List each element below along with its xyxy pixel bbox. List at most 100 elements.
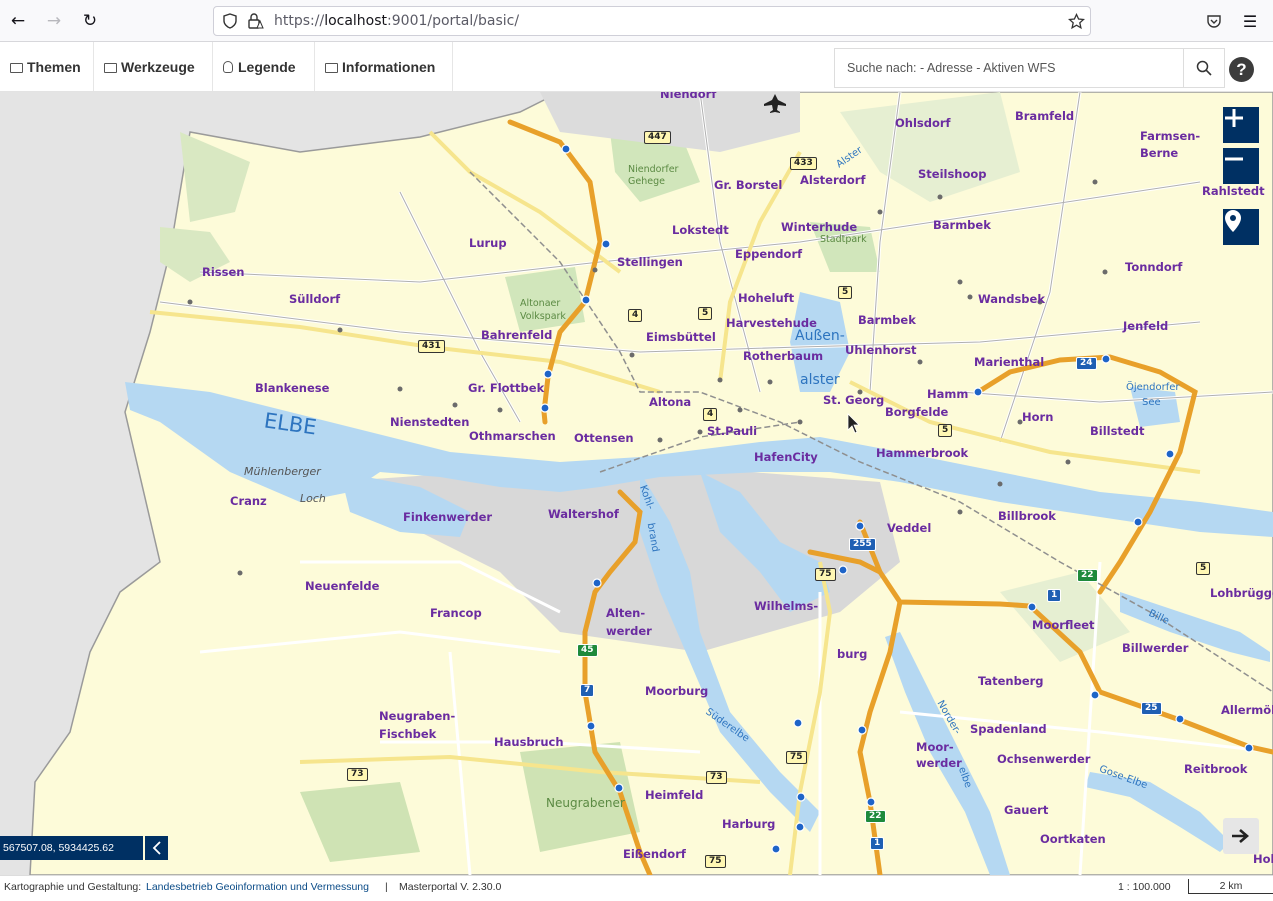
credit-link[interactable]: Landesbetrieb Geoinformation und Vermess… [146, 881, 369, 893]
road-shield: 73 [347, 768, 368, 781]
search-input[interactable] [835, 49, 1175, 87]
place-label: Neuenfelde [305, 579, 380, 593]
place-label: Lurup [469, 236, 507, 250]
place-label: Marienthal [974, 355, 1045, 369]
water-label: Öjendorfer [1126, 382, 1180, 393]
place-label: Barmbek [933, 218, 991, 232]
arrow-right-icon [1232, 829, 1249, 843]
credit-label: Kartographie und Gestaltung: [4, 881, 142, 893]
place-label: burg [837, 647, 868, 661]
mouse-coordinates: 567507.08, 5934425.62 [0, 836, 143, 860]
search-icon [1196, 60, 1212, 76]
place-label: Ochsenwerder [997, 752, 1091, 766]
road-shield: 431 [418, 340, 445, 353]
water-label: See [1142, 397, 1161, 408]
folder-icon [10, 62, 23, 73]
zoom-in-button[interactable] [1223, 107, 1259, 143]
place-label: Spadenland [970, 722, 1047, 736]
place-label: Fischbek [379, 727, 437, 741]
place-label: Steilshoop [918, 167, 987, 181]
place-label: Nienstedten [390, 415, 470, 429]
road-shield: 22 [1077, 569, 1098, 582]
place-label: Rahlstedt [1202, 184, 1265, 198]
road-shield: 75 [786, 751, 807, 764]
road-shield: 25 [1141, 702, 1162, 715]
place-label: Wilhelms- [754, 599, 819, 613]
app-menu-icon[interactable]: ☰ [1238, 9, 1262, 33]
place-label: Niendorf [660, 92, 717, 101]
road-shield: 75 [815, 568, 836, 581]
pocket-icon[interactable] [1206, 13, 1222, 29]
place-label: Oortkaten [1040, 832, 1106, 846]
place-label: Moor- [916, 740, 954, 754]
place-label: Stellingen [617, 255, 683, 269]
search-button[interactable] [1183, 48, 1225, 88]
road-shield: 5 [1196, 562, 1211, 575]
road-shield: 5 [938, 424, 953, 437]
plus-icon [1225, 109, 1243, 127]
place-label: Moorburg [645, 684, 709, 698]
place-label: Alten- [606, 606, 646, 620]
road-shield: 75 [705, 855, 726, 868]
place-label: Berne [1140, 146, 1179, 160]
scale-bar: 2 km [1188, 879, 1273, 894]
address-bar[interactable]: https://localhost:9001/portal/basic/ [213, 6, 1091, 36]
road-shield: 1 [870, 837, 885, 850]
expand-footer-button[interactable] [1223, 818, 1259, 854]
map-view[interactable]: Niendorf Ohlsdorf Bramfeld Farmsen- Bern… [0, 92, 1273, 875]
menu-legende[interactable]: Legende [213, 42, 315, 91]
help-button[interactable]: ? [1229, 57, 1254, 82]
place-label: Allermöh [1221, 703, 1273, 717]
menu-legende-label: Legende [238, 58, 296, 75]
locate-button[interactable] [1223, 209, 1259, 245]
park-label: Stadtpark [820, 234, 867, 245]
bookmark-star-icon[interactable] [1068, 13, 1085, 30]
place-label: Finkenwerder [403, 510, 493, 524]
place-label: Hoheluft [738, 291, 795, 305]
place-label: Barmbek [858, 313, 916, 327]
place-label: Tatenberg [978, 674, 1044, 688]
insecure-lock-icon [248, 13, 264, 29]
place-label: Moorfleet [1032, 618, 1095, 632]
road-shield: 4 [703, 408, 718, 421]
place-label: Lohbrügge [1210, 586, 1273, 600]
menu-themen[interactable]: Themen [0, 42, 94, 91]
park-label: Niendorfer [628, 164, 679, 175]
place-label: werder [606, 624, 652, 638]
road-shield: 5 [698, 307, 713, 320]
place-label: Lokstedt [672, 223, 729, 237]
park-label: Volkspark [520, 311, 566, 322]
park-label: Neugrabener [546, 796, 625, 810]
collapse-coordinates-button[interactable] [145, 836, 168, 860]
place-label: Rissen [202, 265, 245, 279]
place-label: Eißendorf [623, 847, 686, 861]
menu-werkzeuge[interactable]: Werkzeuge [94, 42, 213, 91]
place-label: Uhlenhorst [845, 343, 917, 357]
road-shield: 1 [1047, 589, 1062, 602]
reload-icon[interactable]: ↻ [78, 9, 102, 33]
folder-icon [104, 62, 117, 73]
back-icon[interactable]: ← [6, 9, 30, 33]
place-label: St. Georg [823, 393, 885, 407]
lightbulb-icon [223, 60, 233, 73]
place-label: Horn [1022, 410, 1054, 424]
place-label: Wandsbek [978, 292, 1045, 306]
place-label: Eimsbüttel [646, 330, 716, 344]
road-shield: 22 [865, 810, 886, 823]
zoom-out-button[interactable] [1223, 148, 1259, 184]
road-shield: 7 [580, 684, 595, 697]
place-label: Billstedt [1090, 424, 1145, 438]
place-label: Gr. Flottbek [468, 381, 545, 395]
forward-icon[interactable]: → [42, 9, 66, 33]
place-label: Harburg [722, 817, 776, 831]
scale-label: 1 : 100.000 [1118, 881, 1171, 893]
place-label: Ottensen [574, 431, 634, 445]
place-label: Ohlsdorf [895, 116, 951, 130]
road-shield: 4 [628, 309, 643, 322]
menu-informationen[interactable]: Informationen [315, 42, 453, 91]
place-label: Hol [1253, 852, 1273, 866]
place-label: Reitbrook [1184, 762, 1248, 776]
footer-separator: | [385, 881, 388, 893]
place-label: Borgfelde [885, 405, 949, 419]
menu-informationen-label: Informationen [342, 58, 436, 75]
